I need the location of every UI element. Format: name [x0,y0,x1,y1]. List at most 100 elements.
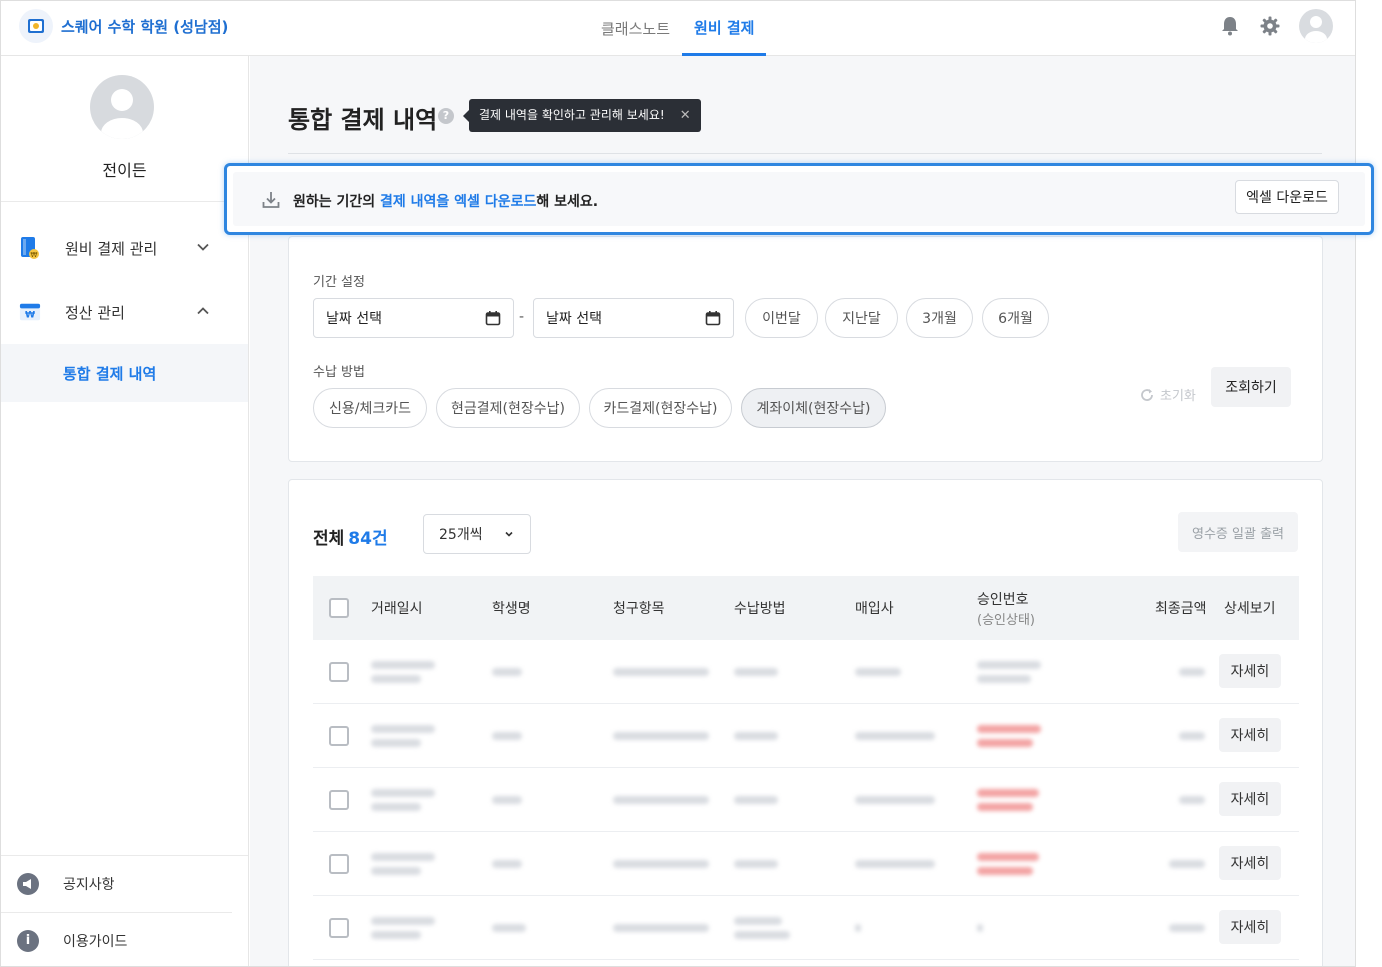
svg-text:₩: ₩ [25,310,35,321]
total-label: 전체 [313,529,345,549]
method-credit-card[interactable]: 신용/체크카드 [313,388,427,428]
bell-icon[interactable] [1219,15,1241,37]
total-count-value: 84건 [348,529,388,549]
divider [288,153,1322,154]
detail-button[interactable]: 자세히 [1219,654,1281,688]
redacted-approval [977,640,1041,704]
nav-class-note[interactable]: 클래스노트 [589,1,682,56]
row-checkbox[interactable] [329,918,349,938]
page-size-select[interactable]: 25개씩 [423,514,531,554]
excel-download-button[interactable]: 엑셀 다운로드 [1235,180,1339,214]
col-amount: 최종금액 [1155,601,1207,617]
redacted-amount [1169,896,1205,960]
filter-panel: 기간 설정 날짜 선택 - 날짜 선택 이번달 지난달 3개월 6개월 수납 방… [288,236,1323,462]
chevron-down-icon [505,531,513,537]
excel-download-highlight: 원하는 기간의 결제 내역을 엑셀 다운로드해 보세요. 엑셀 다운로드 [224,163,1374,235]
select-all-checkbox-cell [329,576,349,640]
redacted-date [371,896,435,960]
calendar-icon[interactable] [485,310,501,326]
method-cash-onsite[interactable]: 현금결제(현장수납) [436,388,580,428]
redacted-item [613,768,709,832]
detail-button[interactable]: 자세히 [1219,910,1281,944]
sidebar-item-notice[interactable]: 공지사항 [1,856,248,912]
svg-text:₩: ₩ [31,251,38,259]
reset-button[interactable]: 초기화 [1139,385,1196,404]
settlement-won-icon: ₩ [19,303,41,321]
redacted-method [734,832,778,896]
redacted-method [734,896,790,960]
chevron-up-icon[interactable] [196,304,210,318]
col-item: 청구항목 [613,601,665,617]
quick-range-last-month[interactable]: 지난달 [825,298,898,338]
table-row[interactable]: 자세히 [313,704,1299,768]
academy-name: 스퀘어 수학 학원 (성남점) [61,17,229,36]
col-detail: 상세보기 [1224,601,1276,617]
total-count: 전체 84건 [313,524,388,549]
redacted-acquirer [855,832,935,896]
search-button[interactable]: 조회하기 [1211,367,1291,407]
start-date-input[interactable]: 날짜 선택 [313,298,514,338]
detail-button[interactable]: 자세히 [1219,846,1281,880]
row-checkbox[interactable] [329,790,349,810]
redacted-approval [977,768,1041,832]
sidebar-item-settlement[interactable]: ₩ 정산 관리 [1,280,248,344]
redacted-student [492,896,526,960]
chevron-down-icon[interactable] [196,240,210,254]
megaphone-icon [17,873,39,895]
banner-text-highlight: 결제 내역을 엑셀 다운로드 [380,194,537,210]
payment-table: 거래일시 학생명 청구항목 수납방법 매입사 승인번호 (승인상태) 최종금액 … [313,576,1299,960]
row-checkbox[interactable] [329,854,349,874]
sidebar-item-label: 이용가이드 [63,933,128,950]
side-menu: ₩ 원비 결제 관리 ₩ 정산 관리 통합 결제 내역 [1,216,248,402]
method-card-onsite[interactable]: 카드결제(현장수납) [589,388,732,428]
redacted-acquirer [855,640,901,704]
redacted-item [613,704,709,768]
close-icon[interactable]: ✕ [680,99,691,132]
method-transfer-onsite[interactable]: 계좌이체(현장수납) [741,388,886,428]
bulk-receipt-print-button[interactable]: 영수증 일괄 출력 [1178,512,1298,552]
redacted-amount [1169,832,1205,896]
redacted-amount [1179,768,1205,832]
quick-range-3-months[interactable]: 3개월 [906,298,973,338]
gear-icon[interactable] [1259,15,1281,37]
help-icon[interactable]: ? [438,108,454,124]
table-row[interactable]: 자세히 [313,640,1299,704]
global-nav: 클래스노트 원비 결제 [589,1,767,56]
table-row[interactable]: 자세히 [313,896,1299,960]
nav-tuition-payment[interactable]: 원비 결제 [682,1,767,56]
detail-button[interactable]: 자세히 [1219,782,1281,816]
redacted-approval [977,704,1041,768]
redacted-method [734,704,778,768]
user-avatar[interactable] [1299,9,1333,43]
redacted-date [371,832,435,896]
sidebar-item-label: 정산 관리 [65,303,125,322]
calendar-icon[interactable] [705,310,721,326]
redacted-student [492,832,522,896]
tuition-book-icon: ₩ [21,237,39,259]
table-row[interactable]: 자세히 [313,832,1299,896]
table-header: 거래일시 학생명 청구항목 수납방법 매입사 승인번호 (승인상태) 최종금액 … [313,576,1299,640]
quick-range-6-months[interactable]: 6개월 [982,298,1049,338]
sidebar-item-tuition-management[interactable]: ₩ 원비 결제 관리 [1,216,248,280]
table-row[interactable]: 자세히 [313,768,1299,832]
sidebar-subitem-integrated-payment-history[interactable]: 통합 결제 내역 [1,344,248,402]
download-icon [262,192,280,208]
sidebar-bottom: 공지사항 i 이용가이드 [1,855,248,966]
end-date-input[interactable]: 날짜 선택 [533,298,734,338]
page-size-value: 25개씩 [439,527,483,543]
sidebar-item-guide[interactable]: i 이용가이드 [1,912,232,966]
brand[interactable]: 스퀘어 수학 학원 (성남점) [19,9,228,43]
redacted-amount [1179,704,1205,768]
quick-range-this-month[interactable]: 이번달 [745,298,818,338]
redacted-date [371,704,435,768]
detail-button[interactable]: 자세히 [1219,718,1281,752]
row-checkbox[interactable] [329,662,349,682]
excel-download-banner: 원하는 기간의 결제 내역을 엑셀 다운로드해 보세요. 엑셀 다운로드 [233,172,1365,226]
redacted-amount [1179,640,1205,704]
redacted-student [492,704,522,768]
col-date: 거래일시 [371,601,423,617]
row-checkbox[interactable] [329,726,349,746]
select-all-checkbox[interactable] [329,598,349,618]
col-acquirer: 매입사 [855,601,894,617]
page-title: 통합 결제 내역 [288,106,438,134]
